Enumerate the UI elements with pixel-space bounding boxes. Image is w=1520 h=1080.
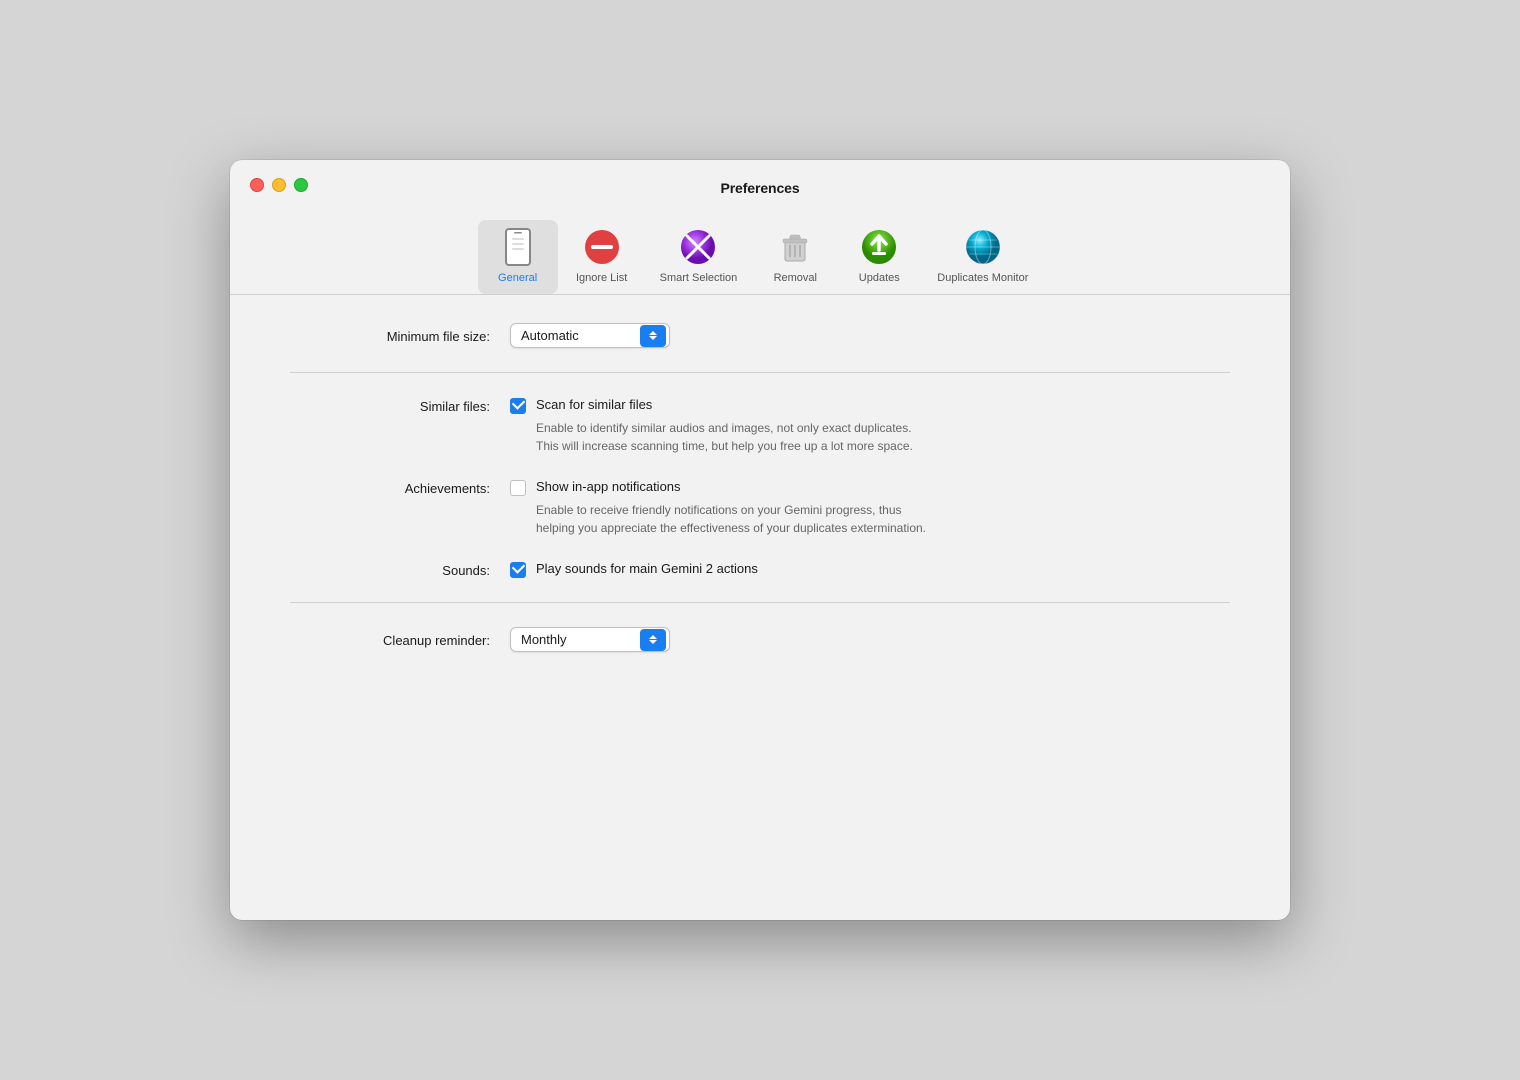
toolbar: General Ignore List: [230, 212, 1290, 295]
sounds-checkbox-label: Play sounds for main Gemini 2 actions: [536, 561, 758, 576]
tab-ignore-list[interactable]: Ignore List: [562, 220, 642, 294]
similar-files-control: Scan for similar files Enable to identif…: [510, 397, 1230, 455]
similar-files-row: Similar files: Scan for similar files En…: [290, 397, 1230, 455]
achievements-checkbox-label: Show in-app notifications: [536, 479, 681, 494]
minimum-file-size-label: Minimum file size:: [290, 327, 510, 344]
cleanup-reminder-select-wrapper: Monthly Weekly Daily Never: [510, 627, 670, 652]
cleanup-reminder-control: Monthly Weekly Daily Never: [510, 627, 1230, 652]
similar-files-description: Enable to identify similar audios and im…: [536, 419, 1230, 455]
tab-general[interactable]: General: [478, 220, 558, 294]
tab-updates[interactable]: Updates: [839, 220, 919, 294]
minimum-file-size-row: Minimum file size: Automatic No limit 1 …: [290, 323, 1230, 348]
divider-2: [290, 602, 1230, 603]
minimum-file-size-select-wrapper: Automatic No limit 1 KB 10 KB 100 KB 1 M…: [510, 323, 670, 348]
maximize-button[interactable]: [294, 178, 308, 192]
similar-files-label: Similar files:: [290, 397, 510, 414]
content-area: Minimum file size: Automatic No limit 1 …: [230, 295, 1290, 920]
tab-removal[interactable]: Removal: [755, 220, 835, 294]
similar-files-checkbox[interactable]: [510, 398, 526, 414]
window-title: Preferences: [720, 180, 799, 196]
similar-files-checkbox-label: Scan for similar files: [536, 397, 652, 412]
tab-updates-label: Updates: [859, 272, 900, 284]
close-button[interactable]: [250, 178, 264, 192]
tab-duplicates-monitor[interactable]: Duplicates Monitor: [923, 220, 1042, 294]
tab-smart-selection-label: Smart Selection: [660, 272, 738, 284]
sounds-checkbox-row: Play sounds for main Gemini 2 actions: [510, 561, 1230, 578]
cleanup-reminder-row: Cleanup reminder: Monthly Weekly Daily N…: [290, 627, 1230, 652]
smart-selection-icon: [679, 228, 717, 266]
duplicates-monitor-icon: [964, 228, 1002, 266]
sounds-checkbox[interactable]: [510, 562, 526, 578]
cleanup-reminder-label: Cleanup reminder:: [290, 631, 510, 648]
general-icon: [499, 228, 537, 266]
tab-ignore-list-label: Ignore List: [576, 272, 627, 284]
updates-icon: [860, 228, 898, 266]
minimum-file-size-control: Automatic No limit 1 KB 10 KB 100 KB 1 M…: [510, 323, 1230, 348]
traffic-lights: [250, 178, 308, 192]
achievements-control: Show in-app notifications Enable to rece…: [510, 479, 1230, 537]
tab-removal-label: Removal: [774, 272, 817, 284]
tab-general-label: General: [498, 272, 537, 284]
titlebar: Preferences: [230, 160, 1290, 212]
sounds-row: Sounds: Play sounds for main Gemini 2 ac…: [290, 561, 1230, 578]
achievements-checkbox[interactable]: [510, 480, 526, 496]
achievements-label: Achievements:: [290, 479, 510, 496]
removal-icon: [776, 228, 814, 266]
achievements-row: Achievements: Show in-app notifications …: [290, 479, 1230, 537]
tab-duplicates-monitor-label: Duplicates Monitor: [937, 272, 1028, 284]
achievements-description: Enable to receive friendly notifications…: [536, 501, 1230, 537]
achievements-checkbox-row: Show in-app notifications: [510, 479, 1230, 496]
cleanup-reminder-select[interactable]: Monthly Weekly Daily Never: [510, 627, 670, 652]
sounds-control: Play sounds for main Gemini 2 actions: [510, 561, 1230, 578]
divider-1: [290, 372, 1230, 373]
similar-files-checkbox-row: Scan for similar files: [510, 397, 1230, 414]
sounds-label: Sounds:: [290, 561, 510, 578]
tab-smart-selection[interactable]: Smart Selection: [646, 220, 752, 294]
ignore-list-icon: [583, 228, 621, 266]
minimum-file-size-select[interactable]: Automatic No limit 1 KB 10 KB 100 KB 1 M…: [510, 323, 670, 348]
preferences-window: Preferences General: [230, 160, 1290, 920]
minimize-button[interactable]: [272, 178, 286, 192]
